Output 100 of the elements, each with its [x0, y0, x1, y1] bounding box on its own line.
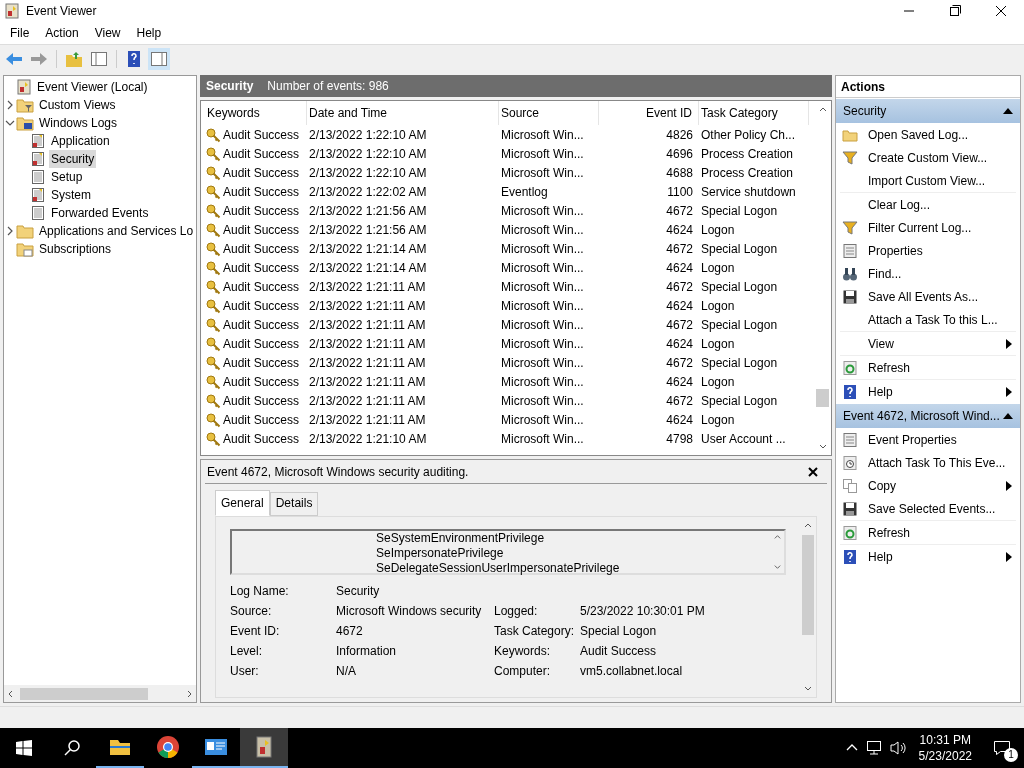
field-value: vm5.collabnet.local — [580, 663, 683, 680]
command-link[interactable]: Properties — [840, 239, 1016, 262]
key-icon — [205, 183, 221, 200]
filter-icon — [842, 219, 858, 236]
browser-icon[interactable] — [156, 735, 180, 759]
table-cell-text: Audit Success — [223, 183, 300, 201]
table-cell-text: Microsoft Win... — [501, 316, 584, 334]
command-link[interactable]: View — [840, 332, 1016, 355]
log-title: Security — [206, 78, 254, 95]
command-link[interactable]: Refresh — [840, 356, 1016, 379]
command-link[interactable]: Filter Current Log... — [840, 216, 1016, 239]
pane-icon[interactable] — [90, 49, 108, 68]
command-link[interactable]: Find... — [840, 262, 1016, 285]
tab[interactable]: General — [215, 490, 270, 516]
column-header[interactable]: Event ID — [599, 101, 699, 125]
table-cell-text: Microsoft Win... — [501, 335, 584, 353]
column-header[interactable]: Source — [499, 101, 599, 125]
properties-icon — [842, 242, 858, 259]
key-icon — [205, 335, 221, 352]
column-header[interactable]: Keywords — [205, 101, 307, 125]
chevron-right-icon[interactable] — [5, 100, 15, 110]
command-link[interactable]: Import Custom View... — [840, 169, 1016, 192]
tree-item[interactable]: System — [49, 186, 93, 204]
command-link[interactable]: Open Saved Log... — [840, 123, 1016, 146]
key-icon — [205, 259, 221, 276]
tree-item[interactable]: Setup — [49, 168, 85, 186]
field-value: Special Logon — [580, 623, 657, 640]
log-list-icon — [30, 169, 46, 185]
windows-start-icon[interactable] — [16, 740, 32, 756]
scroll-up-icon[interactable] — [772, 533, 782, 542]
field-label: Level: — [230, 643, 264, 660]
event-count: Number of events: 986 — [267, 78, 389, 95]
menu-item[interactable]: View — [86, 24, 129, 42]
menu-item[interactable]: Help — [128, 24, 170, 42]
tree-item[interactable]: Forwarded Events — [49, 204, 151, 222]
table-cell-text: Special Logon — [701, 316, 778, 334]
table-cell-text: Microsoft Win... — [501, 430, 584, 448]
key-icon — [205, 430, 221, 447]
table-cell-text: 2/13/2022 1:21:14 AM — [309, 240, 427, 258]
command-link[interactable]: Create Custom View... — [840, 146, 1016, 169]
command-link[interactable]: Attach a Task To this L... — [840, 308, 1016, 331]
command-link[interactable]: Copy — [840, 474, 1016, 497]
tree-item[interactable]: Custom Views — [37, 96, 118, 114]
command-link[interactable]: Event Properties — [840, 428, 1016, 451]
table-cell-text: Special Logon — [701, 202, 778, 220]
scrollbar-thumb[interactable] — [816, 389, 829, 407]
search-icon[interactable] — [63, 739, 81, 757]
table-cell-text: Eventlog — [501, 183, 548, 201]
menu-item[interactable]: Action — [37, 24, 87, 42]
window-title: Event Viewer — [26, 3, 97, 20]
command-link[interactable]: Save All Events As... — [840, 285, 1016, 308]
table-cell-text: Audit Success — [223, 373, 300, 391]
command-link[interactable]: Refresh — [840, 521, 1016, 544]
tree-item[interactable]: Windows Logs — [37, 114, 120, 132]
clock-date[interactable]: 5/23/2022 — [918, 748, 972, 764]
command-link[interactable]: Clear Log... — [840, 193, 1016, 216]
tree-item[interactable]: Subscriptions — [37, 240, 114, 258]
section-header[interactable]: Security — [836, 99, 1020, 123]
pane-icon[interactable] — [150, 49, 168, 68]
command-link[interactable]: Help — [840, 545, 1016, 568]
clock-time[interactable]: 10:31 PM — [919, 732, 971, 748]
speaker-icon[interactable] — [889, 740, 908, 756]
table-cell-text: 4624 — [666, 373, 693, 391]
table-cell-text: Microsoft Win... — [501, 354, 584, 372]
key-icon — [205, 297, 221, 314]
column-header[interactable]: Task Category — [699, 101, 809, 125]
scrollbar-thumb[interactable] — [20, 687, 148, 700]
tab[interactable]: Details — [269, 492, 319, 516]
tree-item[interactable]: Security — [49, 150, 97, 168]
menu-item[interactable]: File — [2, 24, 38, 42]
chevron-down-icon[interactable] — [5, 118, 15, 128]
event-detail-title: Event 4672, Microsoft Windows security auditing. — [207, 463, 469, 481]
table-cell-text: 2/13/2022 1:21:11 AM — [309, 373, 426, 391]
scrollbar-thumb[interactable] — [802, 535, 814, 635]
section-header[interactable]: Event 4672, Microsoft Wind... — [836, 404, 1020, 428]
command-link[interactable]: Save Selected Events... — [840, 497, 1016, 520]
tree-item[interactable]: Application — [49, 132, 112, 150]
scroll-down-icon[interactable] — [772, 562, 782, 571]
binoculars-icon — [842, 265, 858, 282]
table-cell-text: 4624 — [666, 335, 693, 353]
close-icon[interactable] — [807, 465, 819, 478]
tree-item[interactable]: Applications and Services Lo — [37, 222, 196, 240]
table-cell-text: Audit Success — [223, 259, 300, 277]
log-document-icon — [30, 151, 46, 167]
notification-icon[interactable] — [993, 740, 1011, 756]
table-cell-text: 4672 — [666, 392, 693, 410]
table-cell-text: 2/13/2022 1:21:56 AM — [309, 202, 427, 220]
command-link[interactable]: Help — [840, 380, 1016, 403]
key-icon — [205, 164, 221, 181]
command-link[interactable]: Attach Task To This Eve... — [840, 451, 1016, 474]
tree-item[interactable]: Event Viewer (Local) — [35, 78, 150, 96]
help-icon[interactable] — [125, 49, 143, 68]
table-cell-text: Special Logon — [701, 278, 778, 296]
table-cell-text: 4672 — [666, 316, 693, 334]
network-icon[interactable] — [865, 740, 884, 756]
column-header[interactable]: Date and Time — [307, 101, 499, 125]
table-cell-text: Audit Success — [223, 164, 300, 182]
chevron-right-icon[interactable] — [5, 226, 15, 236]
filter-icon — [842, 149, 858, 166]
clock-document-icon — [842, 454, 858, 471]
